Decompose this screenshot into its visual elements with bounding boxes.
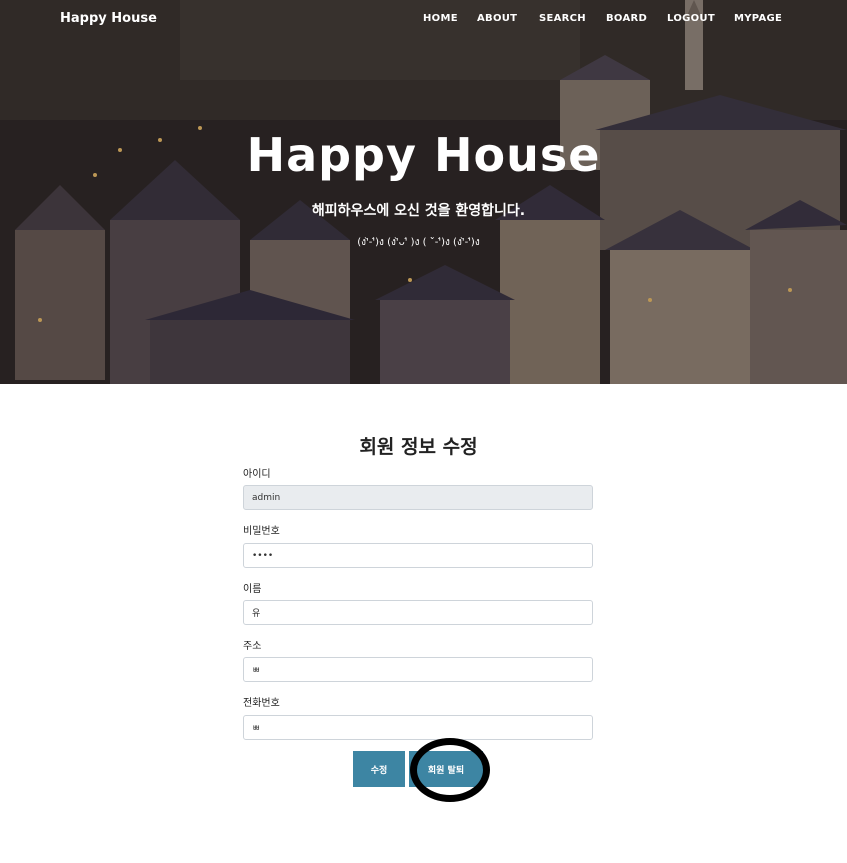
nav-about[interactable]: ABOUT — [477, 13, 517, 24]
hero-subtitle: 해피하우스에 오신 것을 환영합니다. — [311, 203, 526, 219]
nav-logout[interactable]: LOGOUT — [667, 13, 715, 24]
form-title: 회원 정보 수정 — [359, 436, 478, 458]
nav-home[interactable]: HOME — [423, 13, 458, 24]
brand-logo[interactable]: Happy House — [60, 11, 157, 26]
phone-field[interactable]: ㅃ — [243, 715, 593, 740]
password-field[interactable]: •••• — [243, 543, 593, 568]
annotation-circle — [410, 738, 490, 802]
id-field[interactable]: admin — [243, 485, 593, 510]
id-label: 아이디 — [243, 469, 271, 480]
nav-search[interactable]: SEARCH — [539, 13, 586, 24]
phone-label: 전화번호 — [243, 698, 280, 709]
password-label: 비밀번호 — [243, 526, 280, 537]
hero-title: Happy House — [246, 128, 601, 182]
top-navbar: Happy House HOME ABOUT SEARCH BOARD LOGO… — [0, 0, 847, 40]
name-label: 이름 — [243, 584, 262, 595]
address-field[interactable]: ㅃ — [243, 657, 593, 682]
nav-mypage[interactable]: MYPAGE — [734, 13, 782, 24]
hero-kaomoji: (ง'̀-'́)ง (ง'̀ᴗ'́ )ง ( ˘̀-'́)ง (ง'̀-'́)ง — [357, 237, 480, 248]
nav-board[interactable]: BOARD — [606, 13, 647, 24]
hero-dark-overlay — [0, 0, 847, 384]
address-label: 주소 — [243, 641, 262, 652]
name-field[interactable]: 유 — [243, 600, 593, 625]
hero-banner: Happy House HOME ABOUT SEARCH BOARD LOGO… — [0, 0, 847, 384]
update-button[interactable]: 수정 — [353, 751, 405, 787]
